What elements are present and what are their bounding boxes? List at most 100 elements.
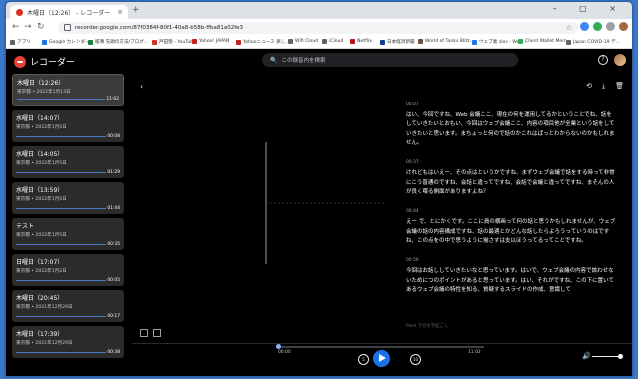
recording-item[interactable]: 木曜日（17:39） 東京都 • 2021年12月29日 00:38 — [12, 326, 124, 358]
bookmark-item[interactable]: Yahooニュース 楽し... — [236, 39, 290, 45]
segment-text: 今回はお話ししていきたいなと思っています。はいで、ウェブ会議の内容で該わせないた… — [406, 268, 615, 294]
split-view-icon[interactable] — [140, 329, 148, 337]
window-controls[interactable]: – ▢ × — [553, 4, 626, 13]
recording-subtitle: 東京都 • 2022年1月5日 — [16, 161, 67, 166]
play-button[interactable] — [373, 350, 390, 367]
recording-subtitle: 東京都 • 2021年12月29日 — [16, 305, 73, 310]
recording-title: 水曜日（13:59） — [16, 187, 64, 194]
progress-knob[interactable] — [276, 344, 281, 349]
recording-title: 水曜日（14:07） — [16, 115, 64, 122]
segment-text: はい、今回ですね、Web 会議ここ、現在の何を運用してるかということでね、話をし… — [406, 112, 615, 147]
bookmark-item[interactable]: Google カレンダー — [42, 39, 90, 45]
recording-duration: 00:05 — [107, 278, 120, 283]
bookmark-favicon-icon — [472, 39, 477, 45]
bookmark-star-icon[interactable]: ☆ — [566, 22, 572, 34]
extension-icon[interactable] — [593, 22, 602, 31]
recording-item[interactable]: 木曜日（20:45） 東京都 • 2021年12月29日 00:17 — [12, 290, 124, 322]
forward-icon[interactable]: 10 — [410, 354, 421, 365]
recording-item[interactable]: 水曜日（13:59） 東京都 • 2022年1月5日 01:44 — [12, 182, 124, 214]
address-bar[interactable]: recorder.google.com/87f0384f-80f1-40a8-b… — [58, 22, 578, 34]
recording-item[interactable]: 水曜日（14:05） 東京都 • 2022年1月5日 01:29 — [12, 146, 124, 178]
forward-arrow-icon[interactable]: → — [24, 22, 32, 32]
browser-toolbar: ← → ↻ recorder.google.com/87f0384f-80f1-… — [6, 19, 632, 37]
segment-timestamp[interactable]: 00:07 — [406, 102, 616, 107]
recording-waveform-bar — [17, 99, 105, 100]
segment-timestamp[interactable]: 00:37 — [406, 160, 616, 165]
bookmark-item[interactable]: Netflix — [350, 39, 372, 44]
tab-strip: 木曜日（12:26） - レコーダー × + – ▢ × — [6, 2, 632, 19]
new-tab-button[interactable]: + — [132, 5, 140, 15]
segment-timestamp[interactable]: 00:56 — [406, 258, 616, 263]
waveform[interactable] — [254, 142, 386, 264]
reload-icon[interactable]: ↻ — [37, 22, 45, 32]
avatar[interactable] — [614, 54, 626, 66]
recording-item[interactable]: 日曜日（17:07） 東京都 • 2022年1月2日 00:05 — [12, 254, 124, 286]
recording-subtitle: 東京都 • 2022年1月2日 — [16, 269, 67, 274]
url-text: recorder.google.com/87f0384f-80f1-40a8-b… — [75, 25, 244, 31]
bookmark-label: Wifi Cloud — [295, 39, 319, 44]
volume-icon[interactable]: 🔊 — [582, 352, 591, 360]
segment-timestamp[interactable]: 00:44 — [406, 209, 616, 214]
volume-knob[interactable] — [618, 354, 623, 359]
recording-waveform-bar — [16, 172, 106, 173]
recording-waveform-bar — [16, 352, 106, 353]
list-view-icon[interactable] — [153, 329, 161, 337]
transcript-segment[interactable]: 00:07 はい、今回ですね、Web 会議ここ、現在の何を運用してるかということで… — [406, 102, 616, 148]
recording-duration: 00:08 — [107, 134, 120, 139]
rewind-icon[interactable]: 5 — [358, 354, 369, 365]
recording-subtitle: 東京都 • 2022年1月5日 — [16, 197, 67, 202]
delete-icon[interactable]: 🗑 — [615, 82, 624, 91]
bookmark-item[interactable]: iCloud — [322, 39, 343, 44]
transcript-segment[interactable]: 00:56 今回はお話ししていきたいなと思っています。はいで、ウェブ会議の内容で該… — [406, 258, 616, 295]
transcript-segment[interactable]: 00:44 えー で、とにかくです。ここに員の横画って何の話と思うかもしれませんが… — [406, 209, 616, 246]
bookmark-item[interactable]: Client Wallet Mem... — [518, 39, 571, 44]
share-icon[interactable]: ⟲ — [586, 82, 592, 91]
bookmark-item[interactable]: Japan COVID-19 デ... — [566, 39, 620, 45]
extension-icon[interactable] — [606, 22, 615, 31]
bookmark-favicon-icon — [380, 39, 385, 45]
collapse-chevron-icon[interactable]: ‹ — [140, 82, 143, 91]
recording-duration: 00:35 — [107, 242, 120, 247]
bookmark-item[interactable]: アプリ — [10, 39, 31, 45]
tab-close-icon[interactable]: × — [117, 8, 123, 16]
bookmark-label: iCloud — [329, 39, 344, 44]
recorder-favicon-icon — [16, 8, 23, 16]
transcript-segment[interactable]: 00:37 けれどもはいえー、その点はというかですね、まずウェブ会議で話をする時っ… — [406, 160, 616, 197]
bookmarks-bar: アプリ Google カレンダー 帳簿 先頭の方法/ブログ... 戸田塾 - YouT… — [6, 37, 632, 49]
back-arrow-icon[interactable]: ← — [12, 22, 20, 32]
bookmark-item[interactable]: 日本経済新聞 — [380, 39, 415, 45]
browser-tab-active[interactable]: 木曜日（12:26） - レコーダー × — [10, 5, 128, 19]
recording-item[interactable]: テスト 東京都 • 2022年1月5日 00:35 — [12, 218, 124, 250]
bookmark-favicon-icon — [518, 39, 523, 44]
download-icon[interactable]: ⤓ — [602, 82, 605, 91]
bookmark-label: Yahooニュース 楽し... — [243, 40, 290, 45]
recording-subtitle: 東京都 • 2022年1月5日 — [16, 125, 67, 130]
help-icon[interactable]: ? — [598, 55, 608, 65]
recording-item[interactable]: 木曜日（12:26） 東京都 • 2022年1月13日 11:02 — [12, 74, 124, 106]
search-icon: 🔍 — [270, 56, 278, 64]
bookmark-item[interactable]: World of Tanks Blitz... — [418, 39, 474, 44]
bookmark-favicon-icon — [42, 39, 47, 45]
transcript-footer: Pixel での文字起こし — [406, 324, 449, 329]
recording-actions: ⟲ ⤓ 🗑 — [586, 82, 624, 91]
playback-progress-bar[interactable] — [278, 346, 484, 348]
bookmark-favicon-icon — [152, 39, 157, 45]
recording-duration: 01:29 — [107, 170, 120, 175]
segment-text: えー で、とにかくです。ここに員の横画って何の話と思うかもしれませんが、ウェブ会… — [406, 219, 616, 245]
bookmark-favicon-icon — [566, 39, 571, 45]
bookmark-item[interactable]: 戸田塾 - YouTube — [152, 39, 196, 45]
profile-avatar-icon[interactable] — [619, 22, 628, 31]
recording-waveform-bar — [16, 316, 106, 317]
recording-item[interactable]: 水曜日（14:07） 東京都 • 2022年1月5日 00:08 — [12, 110, 124, 142]
extension-icon[interactable] — [580, 22, 589, 31]
bookmark-item[interactable]: Yahoo! JAPAN — [192, 39, 229, 44]
search-input[interactable]: 🔍 この録音内を検索 — [262, 53, 518, 67]
bookmark-item[interactable]: Wifi Cloud — [288, 39, 318, 44]
app-brand[interactable]: レコーダー — [14, 55, 75, 68]
bookmark-favicon-icon — [350, 39, 355, 44]
recording-title: 日曜日（17:07） — [16, 259, 64, 266]
bookmark-favicon-icon — [192, 39, 197, 44]
bookmark-item[interactable]: 帳簿 先頭の方法/ブログ... — [88, 39, 148, 45]
recordings-list: 木曜日（12:26） 東京都 • 2022年1月13日 11:02 水曜日（14:07… — [12, 74, 126, 374]
tab-title: 木曜日（12:26） - レコーダー — [27, 9, 111, 17]
